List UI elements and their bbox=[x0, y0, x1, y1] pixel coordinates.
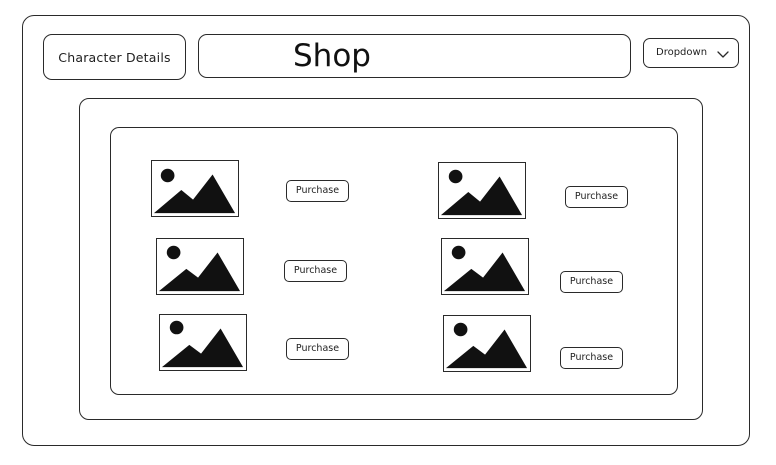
purchase-button[interactable]: Purchase bbox=[565, 186, 628, 208]
purchase-button-label: Purchase bbox=[295, 185, 340, 196]
chevron-down-icon bbox=[717, 51, 729, 58]
purchase-button-label: Purchase bbox=[569, 352, 614, 363]
character-details-button[interactable]: Character Details bbox=[43, 34, 186, 80]
purchase-button-label: Purchase bbox=[293, 265, 338, 276]
purchase-button[interactable]: Purchase bbox=[284, 260, 347, 282]
purchase-button[interactable]: Purchase bbox=[560, 271, 623, 293]
image-placeholder-icon bbox=[445, 322, 528, 369]
purchase-button-label: Purchase bbox=[569, 276, 614, 287]
image-placeholder-icon bbox=[153, 168, 236, 214]
purchase-button-label: Purchase bbox=[295, 343, 340, 354]
purchase-button[interactable]: Purchase bbox=[286, 338, 349, 360]
character-details-label: Character Details bbox=[58, 49, 171, 65]
item-image-placeholder bbox=[159, 314, 247, 371]
item-image-placeholder bbox=[151, 160, 239, 217]
image-placeholder-icon bbox=[158, 245, 241, 292]
shop-title-bar: Shop bbox=[198, 34, 631, 78]
item-image-placeholder bbox=[438, 162, 526, 219]
item-image-placeholder bbox=[443, 315, 531, 372]
image-placeholder-icon bbox=[443, 245, 526, 292]
dropdown-label: Dropdown bbox=[656, 47, 708, 58]
dropdown-select[interactable]: Dropdown bbox=[643, 38, 739, 68]
item-image-placeholder bbox=[156, 238, 244, 295]
page-title: Shop bbox=[293, 38, 371, 74]
purchase-button-label: Purchase bbox=[574, 191, 619, 202]
purchase-button[interactable]: Purchase bbox=[286, 180, 349, 202]
image-placeholder-icon bbox=[440, 169, 523, 216]
image-placeholder-icon bbox=[161, 320, 244, 368]
purchase-button[interactable]: Purchase bbox=[560, 347, 623, 369]
item-image-placeholder bbox=[441, 238, 529, 295]
